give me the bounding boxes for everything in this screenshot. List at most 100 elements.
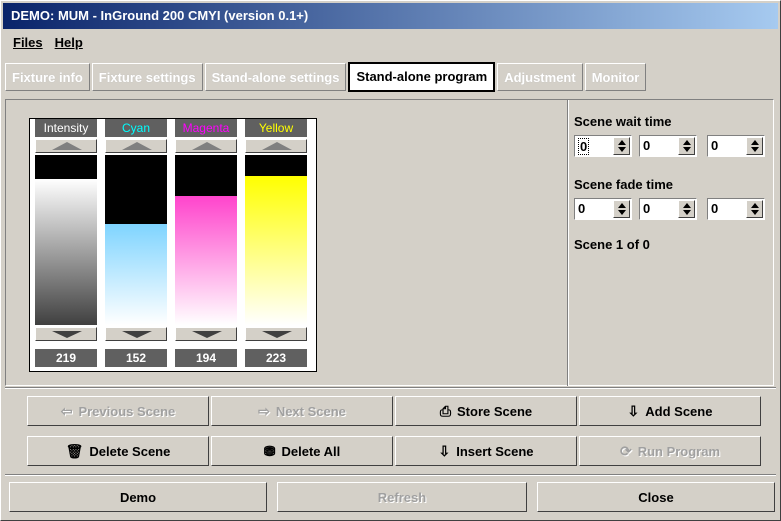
menu-bar: Files Help: [7, 31, 89, 53]
fader-down-button[interactable]: [175, 327, 237, 341]
wait-spinner-1[interactable]: 0: [574, 135, 632, 157]
fader-value: 194: [175, 349, 237, 367]
fader-down-button[interactable]: [245, 327, 307, 341]
fader-track[interactable]: [105, 155, 167, 325]
triangle-up-icon: [52, 142, 82, 150]
store-scene-button[interactable]: ⎙ Store Scene: [395, 396, 577, 426]
spinner-arrows-icon[interactable]: [678, 137, 695, 155]
tab-strip: Fixture info Fixture settings Stand-alon…: [5, 61, 648, 93]
wait-spinner-3[interactable]: 0: [707, 135, 765, 157]
spinner-arrows-icon[interactable]: [613, 200, 630, 218]
menu-files-label: Files: [13, 35, 43, 50]
menu-help-label: Help: [54, 35, 83, 50]
fader-track[interactable]: [35, 155, 97, 325]
fader-down-button[interactable]: [35, 327, 97, 341]
fader-label: Yellow: [245, 119, 307, 137]
fader-down-button[interactable]: [105, 327, 167, 341]
add-scene-button[interactable]: ⇩ Add Scene: [579, 396, 761, 426]
fade-spinner-1[interactable]: 0: [574, 198, 632, 220]
trash-all-icon: ⛃: [263, 442, 276, 459]
previous-scene-button[interactable]: ⇦ Previous Scene: [27, 396, 209, 426]
fader-yellow: Yellow 223: [240, 119, 307, 371]
fader-up-button[interactable]: [175, 139, 237, 153]
delete-scene-button[interactable]: 🗑 Delete Scene: [27, 436, 209, 466]
close-button[interactable]: Close: [537, 482, 775, 512]
fader-bank: Intensity 219 Cyan 152 Magenta 194 Yello…: [29, 118, 317, 372]
separator: [5, 387, 776, 389]
scene-fade-label: Scene fade time: [574, 177, 673, 192]
fade-spinner-3[interactable]: 0: [707, 198, 765, 220]
fader-up-button[interactable]: [245, 139, 307, 153]
spinner-arrows-icon[interactable]: [678, 200, 695, 218]
wait-value-2: 0: [643, 138, 651, 153]
add-icon: ⇩: [627, 402, 640, 419]
spinner-arrows-icon[interactable]: [613, 137, 630, 155]
fade-value-1: 0: [578, 201, 586, 216]
close-label: Close: [638, 489, 674, 505]
menu-help[interactable]: Help: [49, 31, 89, 53]
fader-track[interactable]: [175, 155, 237, 325]
spinner-arrows-icon[interactable]: [746, 200, 763, 218]
run-program-button[interactable]: ⟳ Run Program: [579, 436, 761, 466]
fader-up-button[interactable]: [105, 139, 167, 153]
delete-scene-label: Delete Scene: [89, 443, 171, 459]
tab-fixture-settings[interactable]: Fixture settings: [91, 63, 203, 91]
insert-scene-button[interactable]: ⇩ Insert Scene: [395, 436, 577, 466]
insert-icon: ⇩: [438, 442, 451, 459]
menu-files[interactable]: Files: [7, 31, 49, 53]
wait-value-1: 0: [578, 138, 590, 155]
insert-scene-label: Insert Scene: [456, 443, 534, 459]
tab-stand-alone-program[interactable]: Stand-alone program: [348, 62, 496, 92]
arrow-left-icon: ⇦: [60, 402, 73, 419]
store-icon: ⎙: [439, 402, 452, 419]
scene-status: Scene 1 of 0: [574, 237, 650, 252]
demo-button[interactable]: Demo: [9, 482, 267, 512]
refresh-label: Refresh: [377, 489, 427, 505]
triangle-up-icon: [192, 142, 222, 150]
trash-icon: 🗑: [65, 442, 84, 459]
arrow-right-icon: ⇨: [258, 402, 270, 419]
fader-label: Magenta: [175, 119, 237, 137]
fader-up-button[interactable]: [35, 139, 97, 153]
tab-fixture-info[interactable]: Fixture info: [5, 63, 90, 91]
fader-value: 152: [105, 349, 167, 367]
triangle-down-icon: [122, 331, 152, 338]
wait-spinner-2[interactable]: 0: [639, 135, 697, 157]
add-scene-label: Add Scene: [645, 403, 713, 419]
store-scene-label: Store Scene: [457, 403, 533, 419]
triangle-down-icon: [52, 331, 82, 338]
fader-fill: [35, 179, 97, 325]
tab-stand-alone-settings[interactable]: Stand-alone settings: [204, 63, 347, 91]
triangle-up-icon: [122, 142, 152, 150]
fader-fill: [175, 195, 237, 325]
previous-scene-label: Previous Scene: [78, 403, 176, 419]
fade-value-2: 0: [643, 201, 651, 216]
next-scene-label: Next Scene: [275, 403, 346, 419]
panel-divider: [567, 100, 569, 386]
triangle-down-icon: [192, 331, 222, 338]
fader-label: Cyan: [105, 119, 167, 137]
fader-label: Intensity: [35, 119, 97, 137]
fader-fill: [105, 223, 167, 325]
fader-track[interactable]: [245, 155, 307, 325]
delete-all-label: Delete All: [281, 443, 341, 459]
fader-value: 223: [245, 349, 307, 367]
fader-value: 219: [35, 349, 97, 367]
triangle-up-icon: [262, 142, 292, 150]
tab-adjustment[interactable]: Adjustment: [497, 63, 583, 91]
fade-spinner-2[interactable]: 0: [639, 198, 697, 220]
wait-value-3: 0: [711, 138, 719, 153]
fader-cyan: Cyan 152: [100, 119, 167, 371]
window-title: DEMO: MUM - InGround 200 CMYI (version 0…: [3, 3, 778, 29]
main-window: DEMO: MUM - InGround 200 CMYI (version 0…: [0, 0, 781, 521]
next-scene-button[interactable]: ⇨ Next Scene: [211, 396, 393, 426]
fader-intensity: Intensity 219: [30, 119, 97, 371]
fader-magenta: Magenta 194: [170, 119, 237, 371]
refresh-button[interactable]: Refresh: [277, 482, 527, 512]
spinner-arrows-icon[interactable]: [746, 137, 763, 155]
fade-value-3: 0: [711, 201, 719, 216]
tab-monitor[interactable]: Monitor: [584, 63, 647, 91]
fader-fill: [245, 176, 307, 325]
triangle-down-icon: [262, 331, 292, 338]
delete-all-button[interactable]: ⛃ Delete All: [211, 436, 393, 466]
